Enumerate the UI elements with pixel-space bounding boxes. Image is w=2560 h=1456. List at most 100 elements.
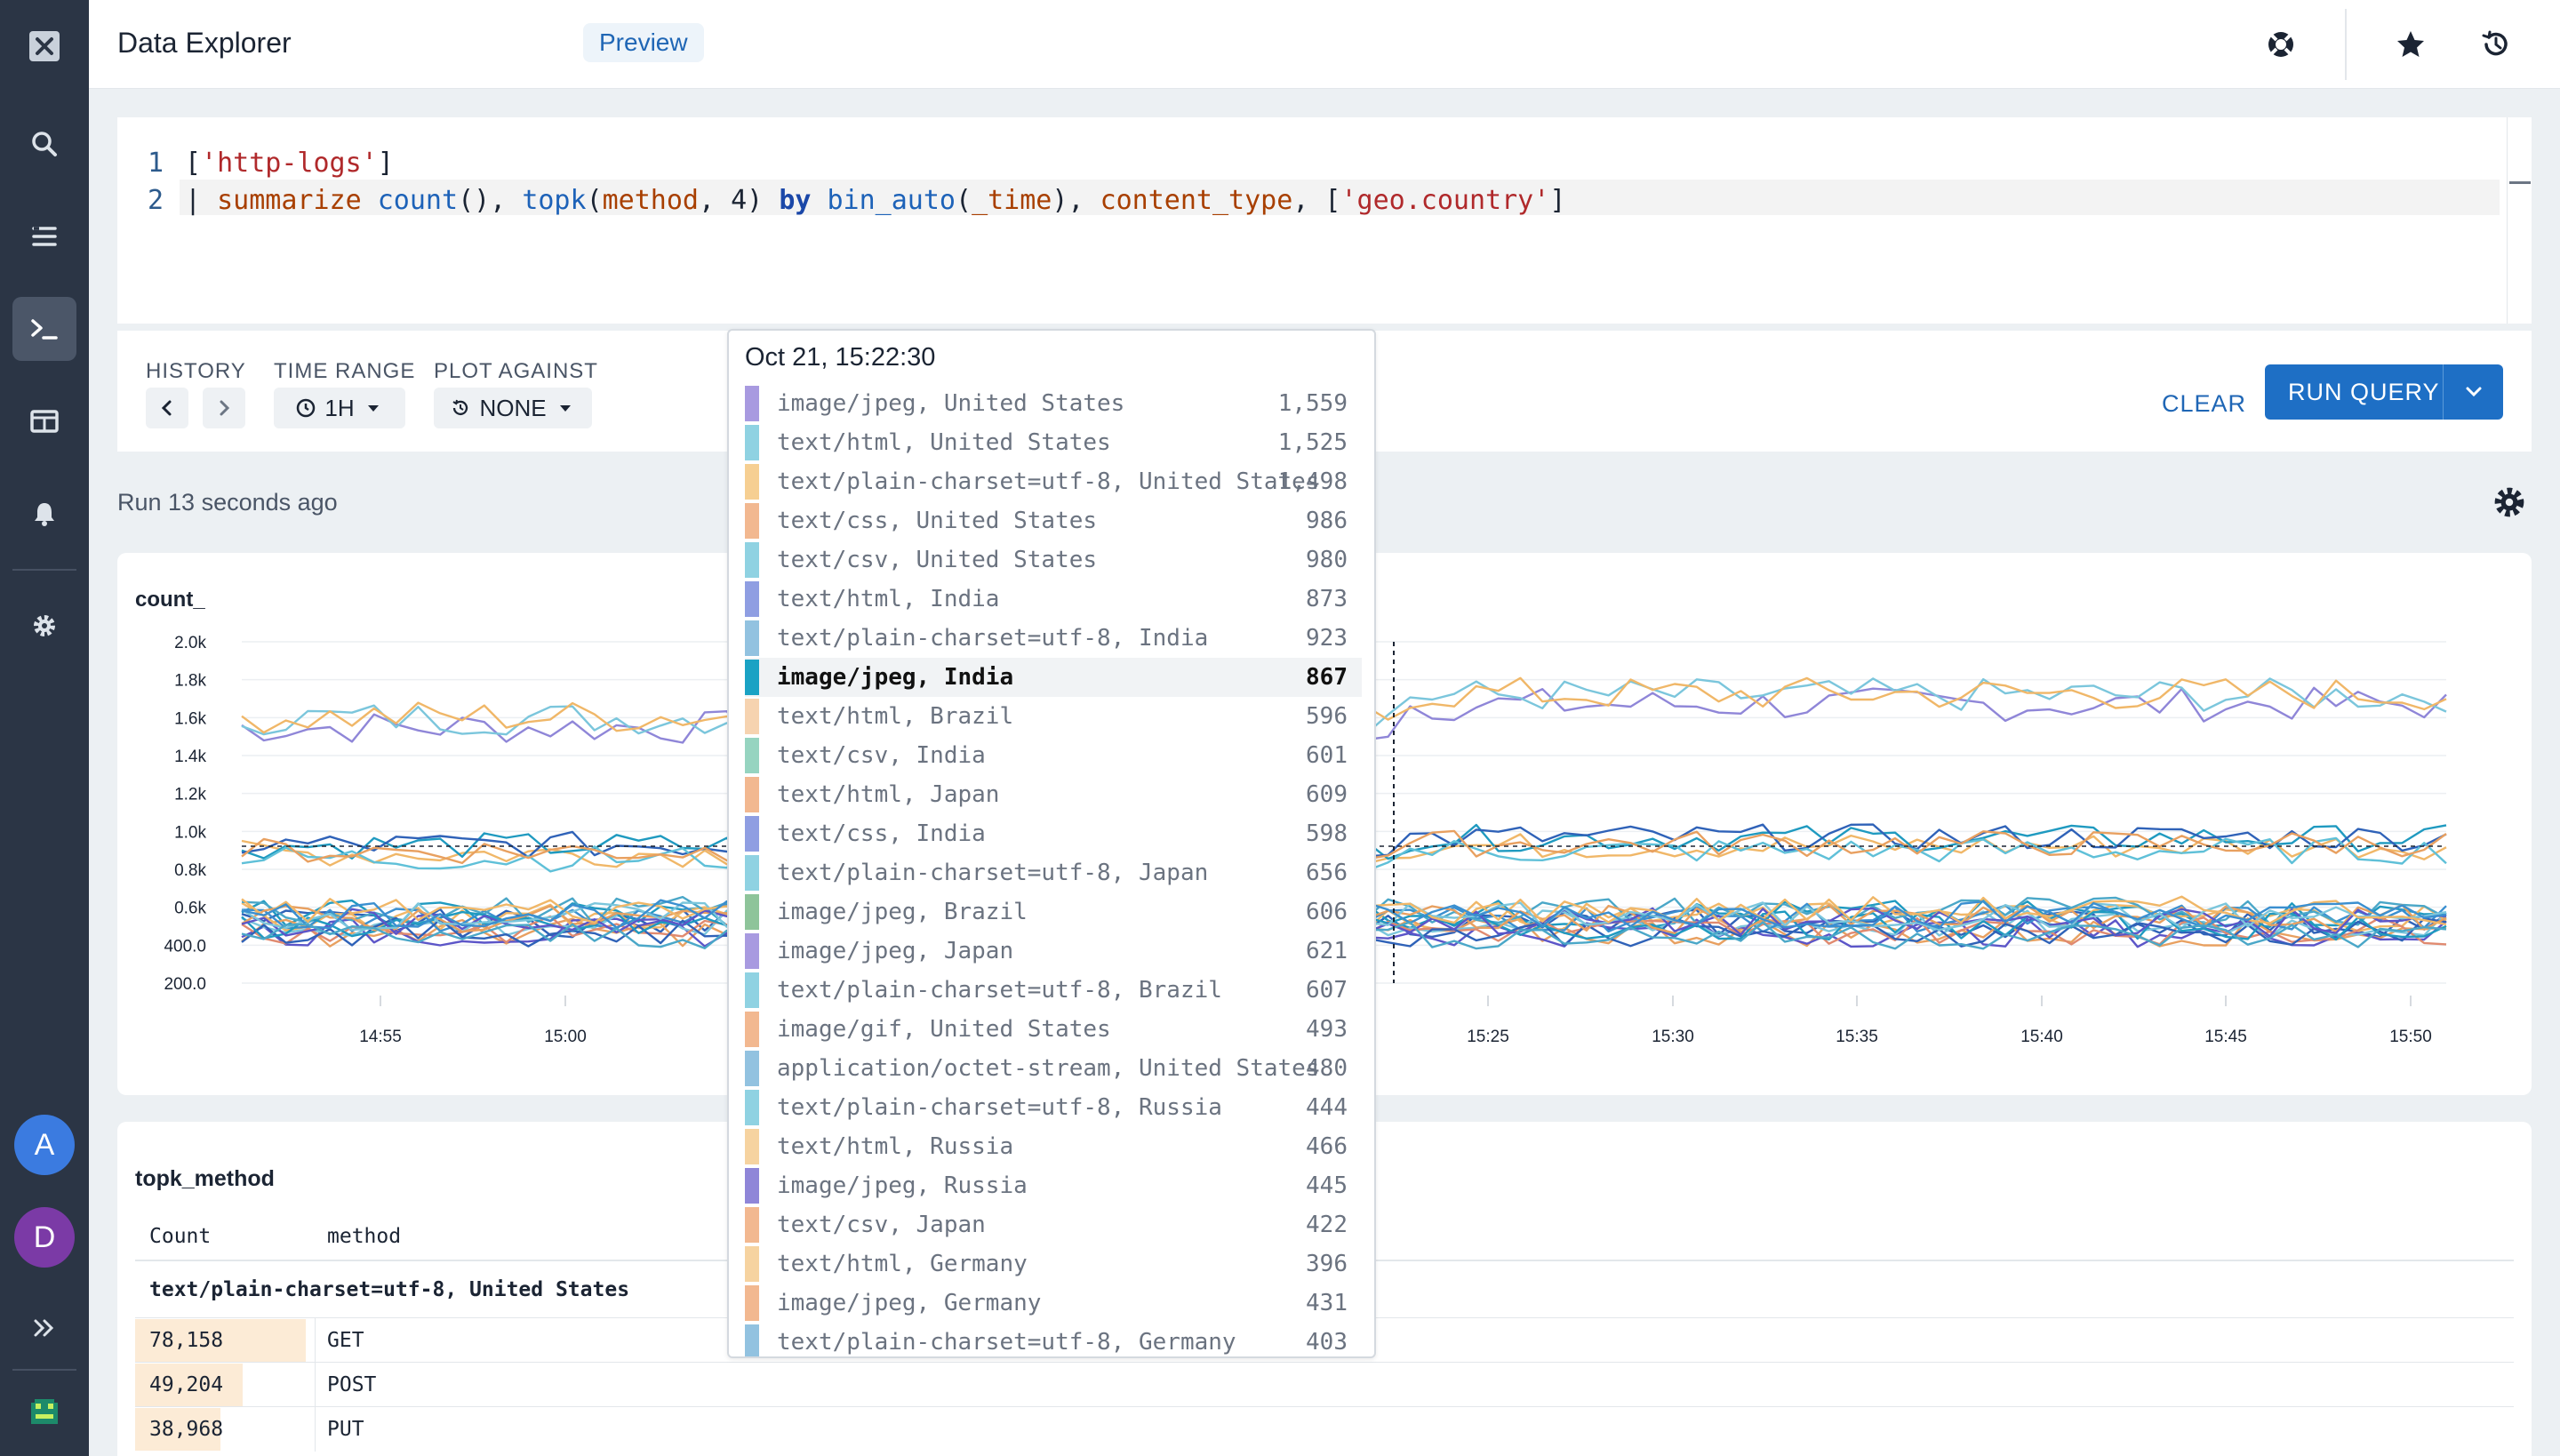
tooltip-row: text/html, United States 1,525 [745, 423, 1362, 462]
x-tick-label: 15:50 [2389, 1028, 2432, 1046]
query-editor[interactable]: 1 ['http-logs'] 2 | summarize count(), top… [117, 117, 2532, 324]
app-pixel-logo-icon[interactable] [12, 1380, 76, 1444]
tooltip-series-label: text/html, Germany [777, 1251, 1028, 1277]
tooltip-row: text/plain-charset=utf-8, Germany 403 [745, 1323, 1362, 1356]
user-avatar-a[interactable]: A [14, 1115, 75, 1175]
query-terminal-icon[interactable] [12, 297, 76, 361]
series-color-swatch [745, 1324, 759, 1356]
tooltip-series-value: 601 [1306, 742, 1348, 769]
tooltip-row: text/html, Russia 466 [745, 1127, 1362, 1166]
history-icon[interactable] [2475, 23, 2517, 66]
code-token-field: content_type [1100, 185, 1293, 216]
chevron-right-icon [220, 400, 230, 416]
code-token-dataset: 'http-logs' [201, 148, 378, 179]
axiom-logo-icon[interactable] [12, 14, 76, 78]
tooltip-series-value: 445 [1306, 1172, 1348, 1199]
code-token: ] [1549, 185, 1566, 216]
plot-against-select[interactable]: NONE [434, 388, 592, 428]
datasets-icon[interactable] [12, 204, 76, 268]
tooltip-series-label: image/jpeg, Germany [777, 1290, 1042, 1316]
tooltip-series-value: 596 [1306, 703, 1348, 730]
count-cell: 49,204 [135, 1363, 306, 1406]
history-back-button[interactable] [146, 388, 188, 428]
editor-scrollbar[interactable] [2507, 117, 2532, 324]
monitors-bell-icon[interactable] [12, 482, 76, 546]
search-icon[interactable] [12, 112, 76, 176]
tooltip-row: text/plain-charset=utf-8, Brazil 607 [745, 971, 1362, 1010]
table-row[interactable]: 49,204 POST [135, 1362, 2514, 1407]
y-tick-label: 0.6k [174, 900, 206, 918]
chevron-down-icon[interactable] [2462, 380, 2485, 404]
history-small-icon [452, 399, 468, 416]
count-value: 49,204 [149, 1373, 224, 1396]
tooltip-row: text/html, Japan 609 [745, 775, 1362, 814]
table-group-label: text/plain-charset=utf-8, United States [149, 1278, 630, 1301]
series-color-swatch [745, 425, 759, 460]
series-color-swatch [745, 933, 759, 969]
tooltip-series-label: text/html, Brazil [777, 703, 1014, 730]
series-color-swatch [745, 738, 759, 773]
series-color-swatch [745, 660, 759, 695]
series-color-swatch [745, 816, 759, 852]
tooltip-row: image/jpeg, Russia 445 [745, 1166, 1362, 1205]
code-token: ] [377, 148, 394, 179]
preview-badge[interactable]: Preview [583, 23, 704, 62]
series-color-swatch [745, 581, 759, 617]
column-header-method[interactable]: method [327, 1225, 401, 1248]
table-row[interactable]: 38,968 PUT [135, 1406, 2514, 1452]
chart-hover-tooltip: Oct 21, 15:22:30 image/jpeg, United Stat… [727, 329, 1376, 1358]
star-icon[interactable] [2389, 23, 2432, 66]
tooltip-row: text/html, Brazil 596 [745, 697, 1362, 736]
x-tick-label: 15:30 [1652, 1028, 1694, 1046]
x-tick-label: 15:45 [2204, 1028, 2247, 1046]
code-token: , [ [1292, 185, 1341, 216]
chart-title: count_ [135, 588, 205, 612]
dashboards-icon[interactable] [12, 389, 76, 453]
tooltip-series-label: text/html, India [777, 586, 1000, 612]
tooltip-series-value: 1,525 [1277, 429, 1348, 456]
settings-gear-icon[interactable] [12, 594, 76, 658]
cell-separator [315, 1318, 316, 1363]
tooltip-series-label: text/html, United States [777, 429, 1111, 456]
clear-button[interactable]: CLEAR [2153, 377, 2255, 430]
tooltip-series-label: text/plain-charset=utf-8, United States [777, 468, 1320, 495]
plot-against-value: NONE [479, 394, 547, 421]
tooltip-series-value: 656 [1306, 860, 1348, 886]
column-header-count[interactable]: Count [149, 1225, 211, 1248]
code-token: ), [1052, 185, 1100, 216]
tooltip-series-value: 480 [1306, 1055, 1348, 1082]
tooltip-series-value: 598 [1306, 820, 1348, 847]
code-token: [ [185, 148, 202, 179]
chevron-left-icon [161, 400, 172, 416]
top-bar: Data Explorer Preview [89, 0, 2560, 89]
code-line-1: 1 ['http-logs'] [148, 148, 394, 179]
code-line-2: 2 | summarize count(), topk(method, 4) by… [148, 185, 1565, 216]
tooltip-series-label: text/plain-charset=utf-8, Germany [777, 1329, 1236, 1356]
code-token-field: _time [972, 185, 1052, 216]
tooltip-row: image/jpeg, Brazil 606 [745, 892, 1362, 932]
tooltip-series-value: 1,498 [1277, 468, 1348, 495]
tooltip-series-value: 431 [1306, 1290, 1348, 1316]
time-range-select[interactable]: 1H [274, 388, 405, 428]
series-color-swatch [745, 1207, 759, 1243]
history-forward-button[interactable] [203, 388, 245, 428]
x-tick-label: 15:35 [1836, 1028, 1878, 1046]
y-tick-label: 2.0k [174, 634, 206, 652]
y-axis-ticks: 2.0k 1.8k 1.6k 1.4k 1.2k 1.0k 0.8k 0.6k 400.0 200… [164, 634, 206, 994]
series-color-swatch [745, 1285, 759, 1321]
count-cell: 78,158 [135, 1318, 306, 1362]
chart-settings-gear-icon[interactable] [2492, 485, 2526, 519]
line-number: 2 [148, 185, 164, 216]
tooltip-series-value: 873 [1306, 586, 1348, 612]
org-avatar-d[interactable]: D [14, 1207, 75, 1268]
run-query-button[interactable]: RUN QUERY [2265, 364, 2503, 420]
tooltip-series-label: text/plain-charset=utf-8, Russia [777, 1094, 1222, 1121]
x-axis-ticks: 14:55 15:00 15:25 15:30 15:35 15:40 15:45 15:50 [359, 996, 2432, 1046]
tooltip-row: text/plain-charset=utf-8, Japan 656 [745, 853, 1362, 892]
method-value: POST [327, 1373, 377, 1396]
series-color-swatch [745, 894, 759, 930]
chevron-double-right-icon[interactable] [12, 1296, 76, 1360]
help-lifebuoy-icon[interactable] [2260, 23, 2302, 66]
